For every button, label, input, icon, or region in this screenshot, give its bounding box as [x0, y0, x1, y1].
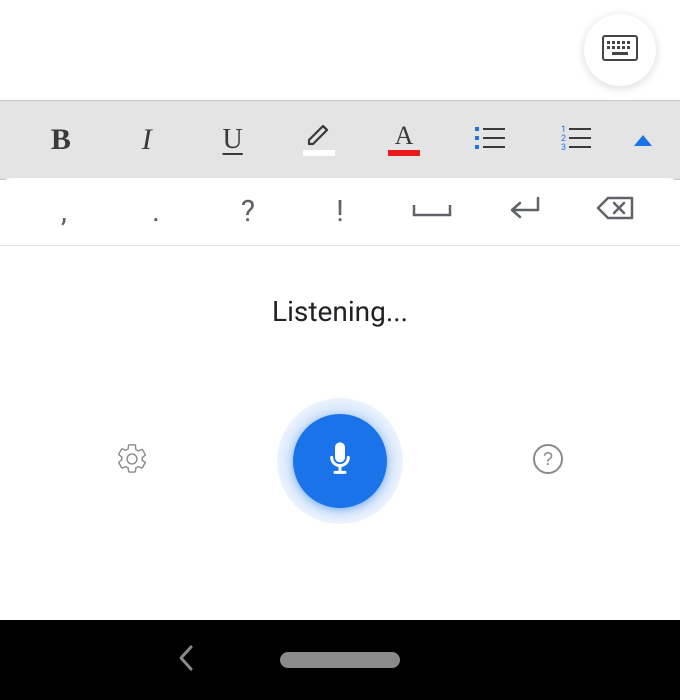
- return-button[interactable]: [478, 178, 570, 245]
- listening-status: Listening...: [272, 295, 408, 328]
- chevron-left-icon: [175, 658, 197, 677]
- numbered-list-button[interactable]: 1 2 3: [533, 101, 619, 179]
- android-nav-bar: [0, 620, 680, 700]
- chevron-up-icon: [634, 135, 652, 146]
- space-icon: [412, 194, 452, 229]
- voice-control-row: ?: [0, 376, 680, 546]
- underline-button[interactable]: U: [190, 101, 276, 179]
- backspace-button[interactable]: [570, 178, 662, 245]
- font-color-icon: A: [386, 118, 422, 162]
- return-icon: [504, 194, 544, 230]
- exclaim-button[interactable]: !: [294, 178, 386, 245]
- svg-text:?: ?: [543, 449, 553, 469]
- formatting-toolbar: B I U A: [0, 100, 680, 180]
- numbered-list-icon: 1 2 3: [559, 124, 593, 156]
- italic-icon: I: [142, 123, 152, 157]
- nav-home-pill[interactable]: [280, 652, 400, 668]
- keyboard-toggle-button[interactable]: [584, 14, 656, 86]
- underline-icon: U: [223, 124, 243, 156]
- bullet-list-button[interactable]: [447, 101, 533, 179]
- punctuation-toolbar: , . ? !: [0, 178, 680, 246]
- mic-button[interactable]: [277, 398, 403, 524]
- highlight-button[interactable]: [276, 101, 362, 179]
- bullet-list-icon: [473, 124, 507, 156]
- toolbar-expand-button[interactable]: [619, 101, 662, 179]
- gear-icon: [115, 442, 149, 480]
- status-area: Listening...: [0, 246, 680, 376]
- question-button[interactable]: ?: [202, 178, 294, 245]
- settings-button[interactable]: [112, 441, 152, 481]
- keyboard-icon: [602, 35, 638, 65]
- svg-text:A: A: [395, 121, 414, 150]
- font-color-button[interactable]: A: [361, 101, 447, 179]
- backspace-icon: [596, 194, 636, 230]
- comma-button[interactable]: ,: [18, 178, 110, 245]
- help-button[interactable]: ?: [528, 441, 568, 481]
- bold-icon: B: [51, 123, 71, 157]
- svg-text:3: 3: [561, 143, 566, 152]
- period-button[interactable]: .: [110, 178, 202, 245]
- space-button[interactable]: [386, 178, 478, 245]
- mic-circle: [293, 414, 387, 508]
- italic-button[interactable]: I: [104, 101, 190, 179]
- bold-button[interactable]: B: [18, 101, 104, 179]
- nav-back-button[interactable]: [175, 643, 197, 677]
- highlight-icon: [301, 118, 337, 162]
- help-icon: ?: [532, 443, 564, 479]
- mic-icon: [320, 439, 360, 483]
